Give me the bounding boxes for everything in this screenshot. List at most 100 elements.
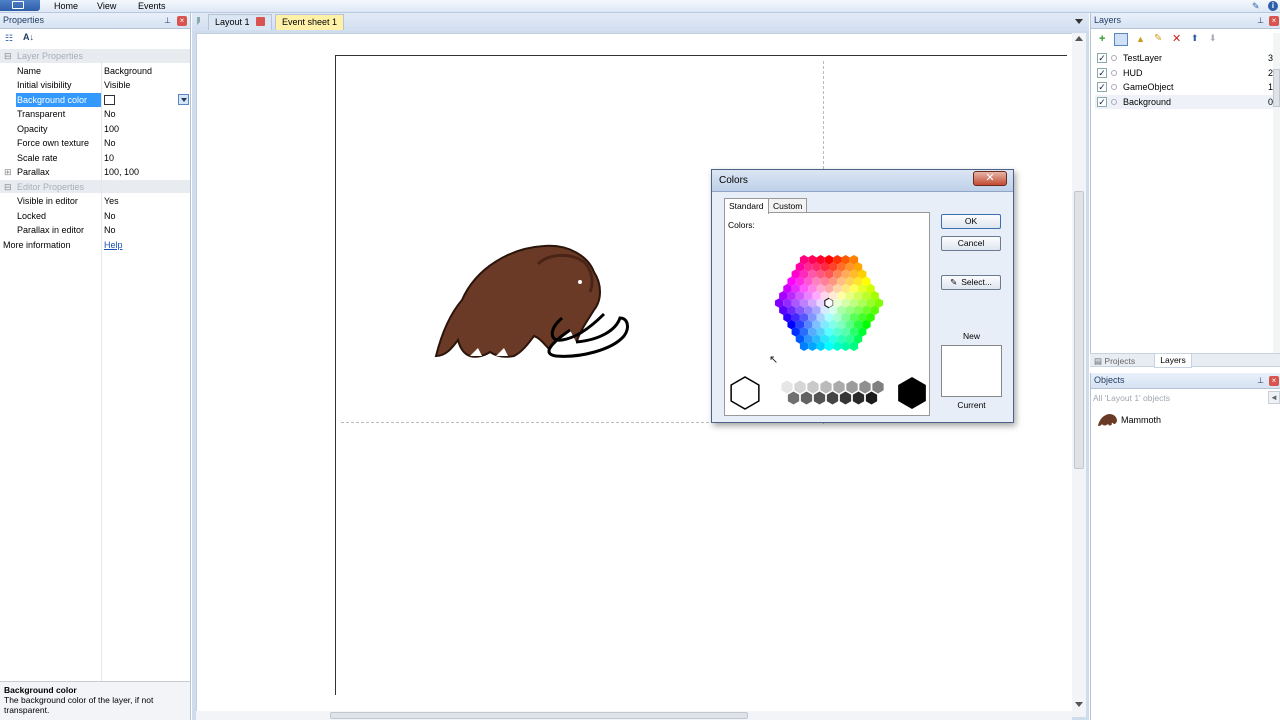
app-menu-button[interactable] xyxy=(0,0,40,11)
property-value[interactable]: No xyxy=(104,209,116,223)
visibility-checkbox[interactable]: ✓ xyxy=(1097,96,1107,107)
property-row[interactable]: Force own texture No xyxy=(0,136,190,151)
black-cell[interactable] xyxy=(898,377,926,409)
visibility-checkbox[interactable]: ✓ xyxy=(1097,82,1107,92)
property-value[interactable]: Visible xyxy=(104,78,130,92)
delete-icon[interactable]: ✕ xyxy=(1172,32,1181,45)
gray-cell[interactable] xyxy=(813,391,826,405)
property-value[interactable]: Yes xyxy=(104,194,119,208)
property-row[interactable]: Initial visibility Visible xyxy=(0,78,190,93)
property-column-divider[interactable] xyxy=(101,61,102,691)
mammoth-sprite[interactable] xyxy=(430,244,635,360)
gray-cell[interactable] xyxy=(800,391,813,405)
pin-icon[interactable]: ⊥ xyxy=(1257,377,1265,385)
gray-cell[interactable] xyxy=(794,380,806,394)
scroll-thumb[interactable] xyxy=(330,712,748,719)
tab-custom[interactable]: Custom xyxy=(768,198,808,213)
close-icon[interactable]: × xyxy=(177,16,187,26)
property-row[interactable]: Background color xyxy=(0,92,190,107)
close-icon[interactable]: × xyxy=(1269,16,1279,26)
dialog-close-button[interactable]: ✕ xyxy=(973,171,1007,186)
property-row[interactable]: Visible in editor Yes xyxy=(0,194,190,209)
tab-event-sheet-1[interactable]: Event sheet 1 xyxy=(275,14,345,30)
tab-layers[interactable]: Layers xyxy=(1154,354,1192,368)
property-row[interactable]: Scale rate 10 xyxy=(0,151,190,165)
tab-scroll-icon[interactable] xyxy=(197,17,204,25)
tab-projects[interactable]: ▤ Projects xyxy=(1094,355,1135,367)
gray-cell[interactable] xyxy=(807,380,819,394)
close-tab-icon[interactable] xyxy=(256,17,266,26)
lock-icon[interactable]: ▲ xyxy=(1136,34,1145,44)
scroll-down-icon[interactable] xyxy=(1075,702,1083,707)
property-row[interactable]: More information Help xyxy=(0,238,190,252)
property-value[interactable]: 100, 100 xyxy=(104,165,139,179)
gray-cell[interactable] xyxy=(839,391,852,405)
move-up-icon[interactable]: ⬆ xyxy=(1191,33,1199,44)
menu-view[interactable]: View xyxy=(97,0,116,12)
vertical-scrollbar[interactable] xyxy=(1072,33,1086,717)
property-row[interactable]: Locked No xyxy=(0,209,190,223)
sort-az-icon[interactable]: A↓ xyxy=(23,32,35,44)
layer-row[interactable]: ✓ Background 0 xyxy=(1095,94,1277,109)
back-icon[interactable]: ◄ xyxy=(1268,391,1280,404)
property-row[interactable]: Name Background xyxy=(0,64,190,78)
visibility-checkbox[interactable]: ✓ xyxy=(1097,53,1107,63)
property-value[interactable]: No xyxy=(104,107,116,121)
gray-cell[interactable] xyxy=(833,380,845,394)
property-row[interactable]: Transparent No xyxy=(0,107,190,122)
sublayer-icon[interactable] xyxy=(1114,33,1128,46)
wrench-icon[interactable]: ✎ xyxy=(1252,1,1261,11)
gray-cell[interactable] xyxy=(846,380,858,394)
scroll-up-icon[interactable] xyxy=(1075,36,1083,41)
object-item-mammoth[interactable]: Mammoth xyxy=(1095,413,1265,427)
layer-row[interactable]: ✓ HUD 2 xyxy=(1095,66,1277,80)
property-value[interactable]: 10 xyxy=(104,151,114,165)
select-button[interactable]: ✎ Select... xyxy=(941,275,1001,290)
layers-scrollbar[interactable] xyxy=(1273,33,1280,353)
property-row[interactable]: Opacity 100 xyxy=(0,122,190,136)
visibility-checkbox[interactable]: ✓ xyxy=(1097,67,1107,78)
property-value[interactable]: Background xyxy=(104,64,152,78)
pin-icon[interactable]: ⊥ xyxy=(1257,17,1265,25)
color-dropdown-button[interactable] xyxy=(178,93,189,105)
scroll-thumb[interactable] xyxy=(1074,191,1084,469)
gray-cell[interactable] xyxy=(820,380,832,394)
menu-home[interactable]: Home xyxy=(54,0,78,12)
collapse-icon[interactable]: ⊟ xyxy=(4,49,12,63)
property-row[interactable]: ⊞ Parallax 100, 100 xyxy=(0,165,190,180)
gray-cell[interactable] xyxy=(852,391,865,405)
edit-icon[interactable]: ✎ xyxy=(1154,33,1162,44)
menu-events[interactable]: Events xyxy=(138,0,166,12)
property-category[interactable]: ⊟ Editor Properties xyxy=(0,179,190,194)
move-down-icon[interactable]: ⬇ xyxy=(1209,33,1217,44)
categorized-icon[interactable]: ☷ xyxy=(5,33,17,44)
pin-icon[interactable]: ⊥ xyxy=(164,17,172,25)
property-row[interactable]: Parallax in editor No xyxy=(0,223,190,238)
add-layer-icon[interactable]: + xyxy=(1099,34,1105,45)
scroll-thumb[interactable] xyxy=(1273,69,1280,107)
help-link[interactable]: Help xyxy=(104,238,123,252)
expand-icon[interactable]: ⊞ xyxy=(4,165,12,179)
layer-row[interactable]: ✓ GameObject 1 xyxy=(1095,80,1277,94)
color-hexagon[interactable] xyxy=(725,213,931,417)
property-category[interactable]: ⊟ Layer Properties xyxy=(0,49,190,64)
collapse-icon[interactable]: ⊟ xyxy=(4,180,12,194)
gray-cell[interactable] xyxy=(787,391,800,405)
property-value[interactable]: 100 xyxy=(104,122,119,136)
layer-row[interactable]: ✓ TestLayer 3 xyxy=(1095,51,1277,65)
horizontal-scrollbar[interactable] xyxy=(196,711,1072,720)
gray-cell[interactable] xyxy=(859,380,871,394)
gray-cell[interactable] xyxy=(865,391,878,405)
close-icon[interactable]: × xyxy=(1269,376,1279,386)
property-value[interactable]: No xyxy=(104,136,116,150)
gray-cell[interactable] xyxy=(781,380,793,394)
gray-cell[interactable] xyxy=(826,391,839,405)
property-value[interactable]: No xyxy=(104,223,116,237)
cancel-button[interactable]: Cancel xyxy=(941,236,1001,251)
help-icon[interactable]: i xyxy=(1268,1,1278,11)
tab-menu-icon[interactable] xyxy=(1075,19,1083,24)
tab-standard[interactable]: Standard xyxy=(724,198,769,214)
gray-cell[interactable] xyxy=(872,380,884,394)
ok-button[interactable]: OK xyxy=(941,214,1001,229)
white-cell[interactable] xyxy=(730,376,760,410)
